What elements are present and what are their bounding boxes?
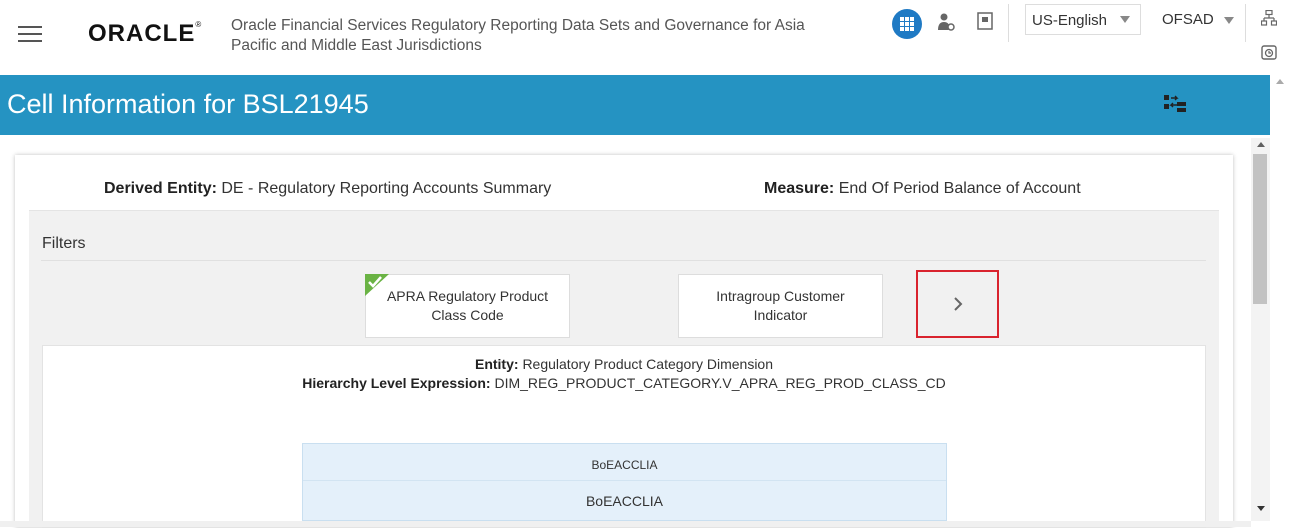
chevron-down-icon (1223, 16, 1234, 24)
user-activity-icon[interactable] (937, 12, 955, 32)
brand-name: ORACLE (88, 20, 196, 47)
header-divider (1245, 4, 1246, 42)
scroll-up-arrow[interactable] (1251, 138, 1270, 152)
cell-info-panel: Derived Entity: DE - Regulatory Reportin… (15, 155, 1233, 528)
derived-entity-label: Derived Entity: (104, 180, 217, 197)
language-select[interactable]: US-English (1025, 4, 1141, 35)
derived-entity-info: Derived Entity: DE - Regulatory Reportin… (104, 180, 551, 198)
filter-card-intragroup-customer[interactable]: Intragroup Customer Indicator (678, 274, 883, 338)
hierarchy-icon[interactable] (1261, 10, 1277, 26)
scrollbar-thumb[interactable] (1253, 154, 1267, 304)
page-title-band: Cell Information for BSL21945 (0, 75, 1270, 135)
measure-info: Measure: End Of Period Balance of Accoun… (764, 180, 1081, 198)
hierarchy-label: Hierarchy Level Expression: (302, 375, 491, 391)
derived-entity-value: DE - Regulatory Reporting Accounts Summa… (221, 180, 552, 197)
filter-card-label: Intragroup Customer Indicator (716, 288, 845, 323)
language-value: US-English (1032, 12, 1108, 29)
hamburger-menu-icon[interactable] (18, 26, 42, 42)
measure-label: Measure: (764, 180, 835, 197)
header-divider (1008, 4, 1009, 42)
top-header: ORACLE® Oracle Financial Services Regula… (0, 0, 1290, 75)
table-row[interactable]: BoEACCLIA (303, 482, 946, 520)
app-title: Oracle Financial Services Regulatory Rep… (231, 17, 805, 54)
measure-value: End Of Period Balance of Account (838, 180, 1081, 197)
chevron-down-icon (1120, 16, 1130, 23)
page-title: Cell Information for BSL21945 (7, 89, 369, 119)
member-value-table: BoEACCLIA BoEACCLIA (302, 443, 947, 521)
user-menu[interactable]: OFSAD (1162, 11, 1234, 28)
apps-grid-icon[interactable] (892, 9, 922, 39)
horizontal-scroll-track (0, 521, 1251, 527)
hierarchy-line: Hierarchy Level Expression: DIM_REG_PROD… (43, 375, 1205, 391)
entity-value: Regulatory Product Category Dimension (522, 356, 774, 372)
history-icon[interactable] (1261, 44, 1277, 60)
chevron-right-icon (953, 297, 962, 311)
oracle-logo: ORACLE® (88, 20, 203, 47)
filter-detail-box: Entity: Regulatory Product Category Dime… (42, 345, 1206, 528)
scroll-down-arrow[interactable] (1251, 501, 1270, 515)
table-header: BoEACCLIA (303, 444, 946, 481)
entity-label: Entity: (474, 356, 519, 372)
page-scroll-up[interactable] (1270, 75, 1290, 89)
filter-card-apra-product-class[interactable]: APRA Regulatory Product Class Code (365, 274, 570, 338)
filters-heading: Filters (42, 235, 86, 252)
check-icon (365, 274, 389, 296)
divider (41, 260, 1206, 261)
hierarchy-value: DIM_REG_PRODUCT_CATEGORY.V_APRA_REG_PROD… (494, 375, 946, 391)
filters-section: Filters APRA Regulatory Product Class Co… (29, 210, 1219, 528)
switch-view-icon[interactable] (1163, 94, 1187, 116)
filter-card-label: APRA Regulatory Product Class Code (386, 288, 549, 323)
document-icon[interactable] (977, 12, 993, 30)
entity-line: Entity: Regulatory Product Category Dime… (43, 356, 1205, 372)
user-name: OFSAD (1162, 11, 1214, 28)
next-filter-button[interactable] (916, 270, 999, 338)
